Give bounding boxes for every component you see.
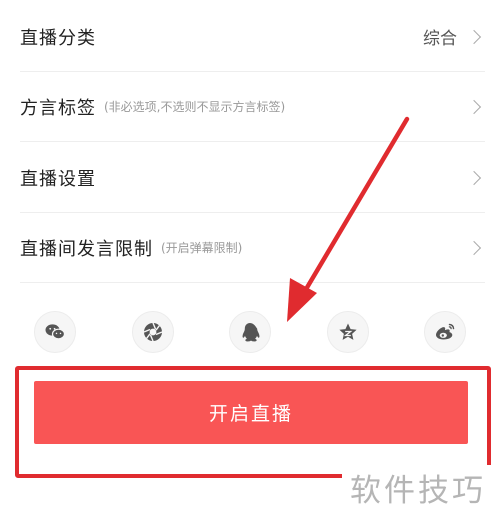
- dialect-tag-label: 方言标签: [20, 97, 96, 119]
- chevron-right-icon: [466, 170, 482, 185]
- chat-limit-hint: (开启弹幕限制): [161, 241, 243, 255]
- dialect-tag-hint: (非必选项,不选则不显示方言标签): [104, 100, 286, 114]
- live-category-label: 直播分类: [20, 27, 96, 49]
- qzone-icon[interactable]: [327, 311, 369, 353]
- chevron-right-icon: [466, 99, 482, 114]
- qq-icon[interactable]: [229, 311, 271, 353]
- chevron-right-icon: [466, 29, 482, 44]
- watermark: 软件技巧: [342, 465, 494, 510]
- chat-limit-row[interactable]: 直播间发言限制 (开启弹幕限制): [20, 213, 485, 283]
- chat-limit-label: 直播间发言限制: [20, 238, 153, 260]
- weibo-icon[interactable]: [424, 311, 466, 353]
- live-settings-label: 直播设置: [20, 168, 96, 190]
- live-category-value: 综合: [423, 29, 457, 49]
- live-settings-row[interactable]: 直播设置: [20, 143, 485, 213]
- start-live-button[interactable]: 开启直播: [34, 381, 468, 444]
- dialect-tag-row[interactable]: 方言标签 (非必选项,不选则不显示方言标签): [20, 72, 485, 142]
- chevron-right-icon: [466, 240, 482, 255]
- share-options: [0, 311, 500, 355]
- wechat-icon[interactable]: [34, 311, 76, 353]
- live-category-row[interactable]: 直播分类 综合: [20, 2, 485, 72]
- moments-icon[interactable]: [132, 311, 174, 353]
